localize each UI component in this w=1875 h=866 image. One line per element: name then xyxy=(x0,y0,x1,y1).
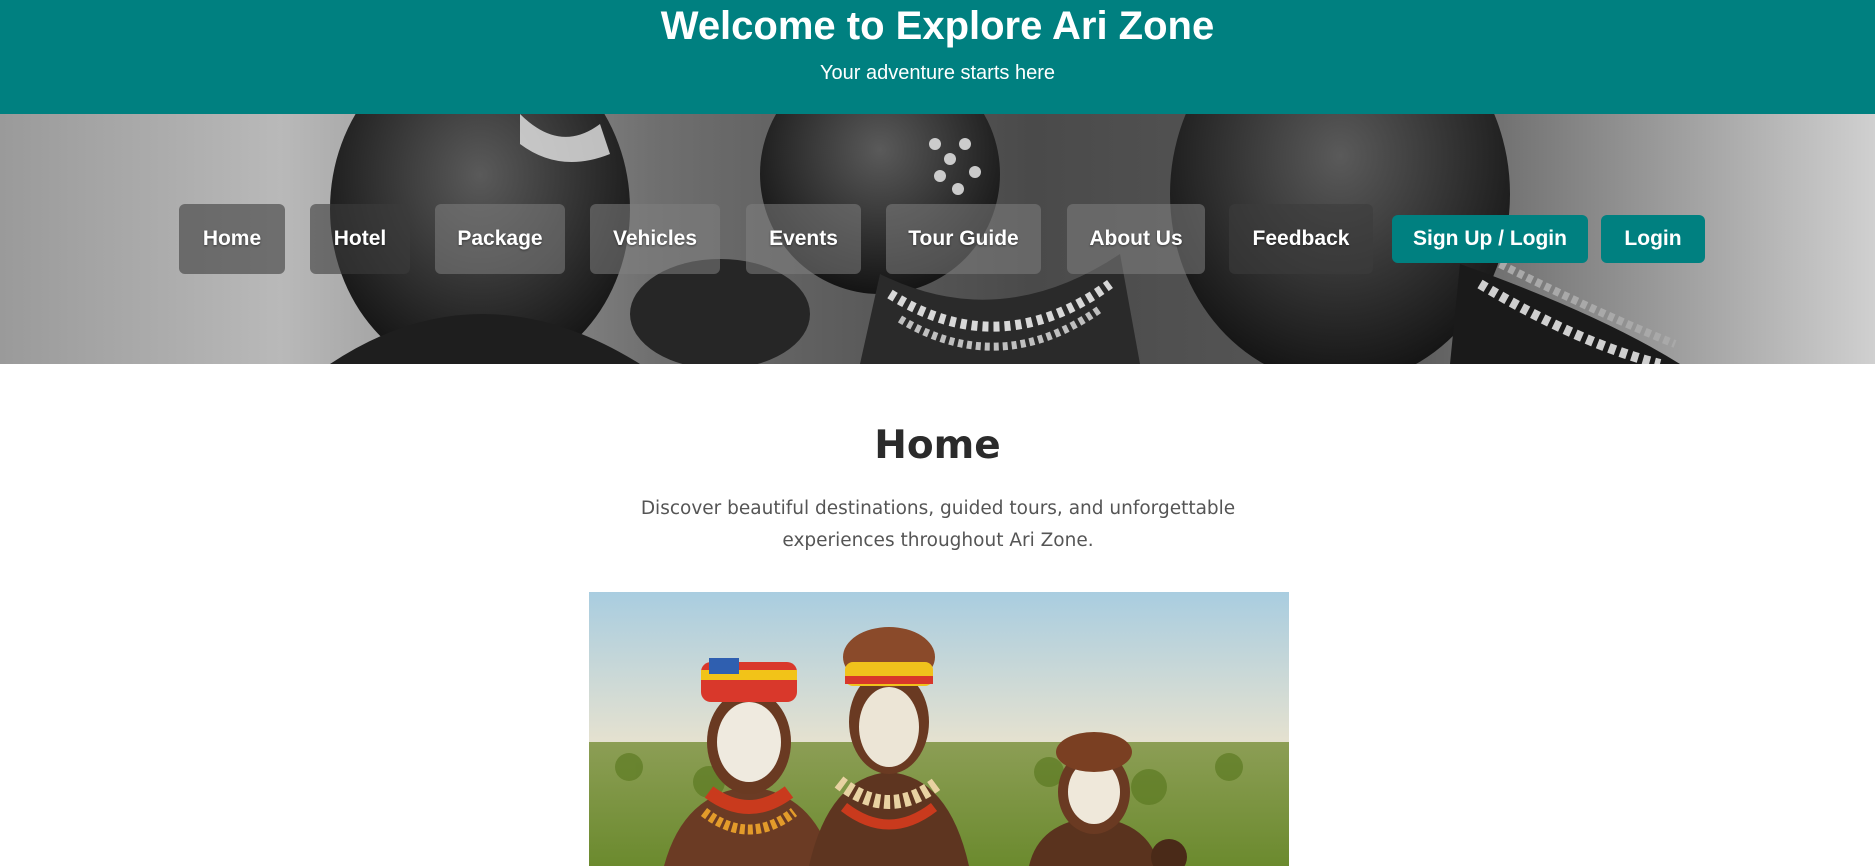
nav-about-us[interactable]: About Us xyxy=(1067,204,1205,274)
site-header: Welcome to Explore Ari Zone Your adventu… xyxy=(0,0,1875,114)
main-content: Home Discover beautiful destinations, gu… xyxy=(0,364,1875,866)
nav-package[interactable]: Package xyxy=(435,204,565,274)
nav-vehicles[interactable]: Vehicles xyxy=(590,204,720,274)
nav-home[interactable]: Home xyxy=(179,204,285,274)
feature-image xyxy=(589,592,1289,866)
site-title: Welcome to Explore Ari Zone xyxy=(660,4,1215,48)
main-nav: Home Hotel Package Vehicles Events Tour … xyxy=(0,114,1875,364)
nav-tour-guide[interactable]: Tour Guide xyxy=(886,204,1041,274)
site-subtitle: Your adventure starts here xyxy=(820,62,1055,84)
sign-up-login-button[interactable]: Sign Up / Login xyxy=(1392,215,1588,263)
hero-banner: Home Hotel Package Vehicles Events Tour … xyxy=(0,114,1875,364)
nav-events[interactable]: Events xyxy=(746,204,861,274)
nav-feedback[interactable]: Feedback xyxy=(1229,204,1373,274)
page-title: Home xyxy=(874,423,1001,468)
page-intro: Discover beautiful destinations, guided … xyxy=(640,498,1236,551)
nav-hotel[interactable]: Hotel xyxy=(310,204,410,274)
login-button[interactable]: Login xyxy=(1601,215,1705,263)
